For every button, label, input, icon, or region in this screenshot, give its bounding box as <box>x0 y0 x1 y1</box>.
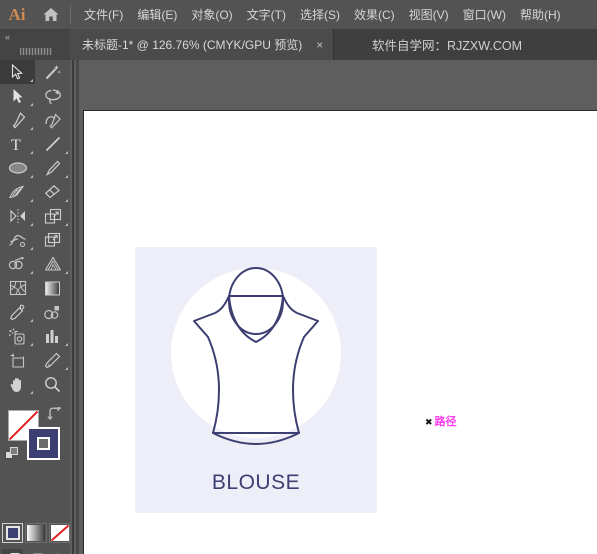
default-fill-stroke-icon[interactable] <box>5 447 19 466</box>
stroke-swatch-inner <box>37 437 50 450</box>
tool-corner-indicator <box>65 223 68 226</box>
menu-bar: Ai 文件(F) 编辑(E) 对象(O) 文字(T) 选择(S) 效果(C) 视… <box>0 0 597 29</box>
document-tab-title: 未标题-1* @ 126.76% (CMYK/GPU 预览) <box>82 38 303 52</box>
menu-window[interactable]: 窗口(W) <box>456 3 513 26</box>
document-tab[interactable]: 未标题-1* @ 126.76% (CMYK/GPU 预览) × <box>70 29 335 60</box>
watermark-text: 软件自学网：RJZXW.COM <box>372 39 522 53</box>
menu-help[interactable]: 帮助(H) <box>513 3 568 26</box>
path-annotation: ✖ 路径 <box>425 417 457 428</box>
paintbrush-tool[interactable] <box>35 156 70 180</box>
symbol-sprayer-tool[interactable] <box>0 324 35 348</box>
cursor-crosshair-icon: ✖ <box>425 417 433 427</box>
slice-tool[interactable] <box>35 348 70 372</box>
tool-corner-indicator <box>30 199 33 202</box>
tool-corner-indicator <box>65 175 68 178</box>
tool-corner-indicator <box>30 175 33 178</box>
selection-tool[interactable] <box>0 60 35 84</box>
tool-corner-indicator <box>30 223 33 226</box>
magic-wand-tool[interactable] <box>35 60 70 84</box>
menu-effect[interactable]: 效果(C) <box>347 3 402 26</box>
tool-corner-indicator <box>65 151 68 154</box>
stroke-swatch[interactable] <box>27 427 60 460</box>
panel-collapse-area[interactable]: « <box>0 29 70 60</box>
menu-file[interactable]: 文件(F) <box>77 3 130 26</box>
swap-fill-stroke-icon[interactable] <box>47 405 62 425</box>
tool-corner-indicator <box>30 343 33 346</box>
collapse-arrows-icon[interactable]: « <box>5 32 10 42</box>
rotate-tool[interactable] <box>0 204 35 228</box>
menu-divider <box>70 5 71 24</box>
tool-corner-indicator <box>65 271 68 274</box>
app-logo: Ai <box>8 4 26 24</box>
scale-tool[interactable] <box>35 204 70 228</box>
tool-corner-indicator <box>30 319 33 322</box>
draw-normal-button[interactable] <box>2 549 24 554</box>
fill-stroke-controls <box>0 405 70 475</box>
ellipse-tool[interactable] <box>0 156 35 180</box>
tool-corner-indicator <box>30 127 33 130</box>
document-tab-bar: « 未标题-1* @ 126.76% (CMYK/GPU 预览) × 软件自学网… <box>0 29 597 60</box>
blouse-graphic-card[interactable]: BLOUSE <box>135 247 377 513</box>
zoom-tool[interactable] <box>35 372 70 396</box>
hand-tool[interactable] <box>0 372 35 396</box>
canvas-area[interactable]: BLOUSE ✖ 路径 <box>70 60 597 554</box>
draw-inside-button[interactable] <box>49 549 70 554</box>
draw-mode-row <box>0 549 70 554</box>
illustrator-window: Ai 文件(F) 编辑(E) 对象(O) 文字(T) 选择(S) 效果(C) 视… <box>0 0 597 554</box>
artboard[interactable]: BLOUSE ✖ 路径 <box>83 110 597 554</box>
line-segment-tool[interactable] <box>35 132 70 156</box>
menu-edit[interactable]: 编辑(E) <box>130 3 184 26</box>
mesh-tool[interactable] <box>0 276 35 300</box>
free-transform-tool[interactable] <box>35 228 70 252</box>
tool-corner-indicator <box>30 79 33 82</box>
artboard-tool[interactable] <box>0 348 35 372</box>
menu-type[interactable]: 文字(T) <box>240 3 293 26</box>
close-icon[interactable]: × <box>302 39 333 51</box>
gradient-tool[interactable] <box>35 276 70 300</box>
tool-corner-indicator <box>30 247 33 250</box>
width-tool[interactable] <box>0 228 35 252</box>
lasso-tool[interactable] <box>35 84 70 108</box>
tool-corner-indicator <box>65 199 68 202</box>
tool-corner-indicator <box>65 367 68 370</box>
shape-builder-tool[interactable] <box>0 252 35 276</box>
curvature-tool[interactable] <box>35 108 70 132</box>
tool-corner-indicator <box>30 391 33 394</box>
tool-corner-indicator <box>30 103 33 106</box>
svg-text:T: T <box>11 137 21 152</box>
path-annotation-label: 路径 <box>434 416 457 428</box>
menu-view[interactable]: 视图(V) <box>402 3 456 26</box>
eyedropper-tool[interactable] <box>0 300 35 324</box>
tools-panel: T <box>0 60 70 554</box>
perspective-grid-tool[interactable] <box>35 252 70 276</box>
draw-behind-button[interactable] <box>25 549 46 554</box>
blouse-title-text: BLOUSE <box>211 471 301 494</box>
color-mode-row <box>0 523 70 547</box>
tool-grid: T <box>0 60 70 396</box>
canvas-edge-strip-outer <box>72 60 74 554</box>
eraser-tool[interactable] <box>35 180 70 204</box>
home-icon[interactable] <box>34 7 68 22</box>
tool-corner-indicator <box>30 151 33 154</box>
toolbar-drag-grip[interactable] <box>20 48 52 55</box>
menu-object[interactable]: 对象(O) <box>184 3 239 26</box>
tool-corner-indicator <box>65 343 68 346</box>
canvas-edge-strip-inner <box>76 60 79 554</box>
color-swatch-button[interactable] <box>2 523 24 543</box>
pen-tool[interactable] <box>0 108 35 132</box>
gradient-swatch-button[interactable] <box>25 523 47 543</box>
shaper-tool[interactable] <box>0 180 35 204</box>
direct-selection-tool[interactable] <box>0 84 35 108</box>
menu-select[interactable]: 选择(S) <box>293 3 347 26</box>
none-swatch-button[interactable] <box>48 523 70 543</box>
type-tool[interactable]: T <box>0 132 35 156</box>
tool-corner-indicator <box>30 271 33 274</box>
blend-tool[interactable] <box>35 300 70 324</box>
column-graph-tool[interactable] <box>35 324 70 348</box>
